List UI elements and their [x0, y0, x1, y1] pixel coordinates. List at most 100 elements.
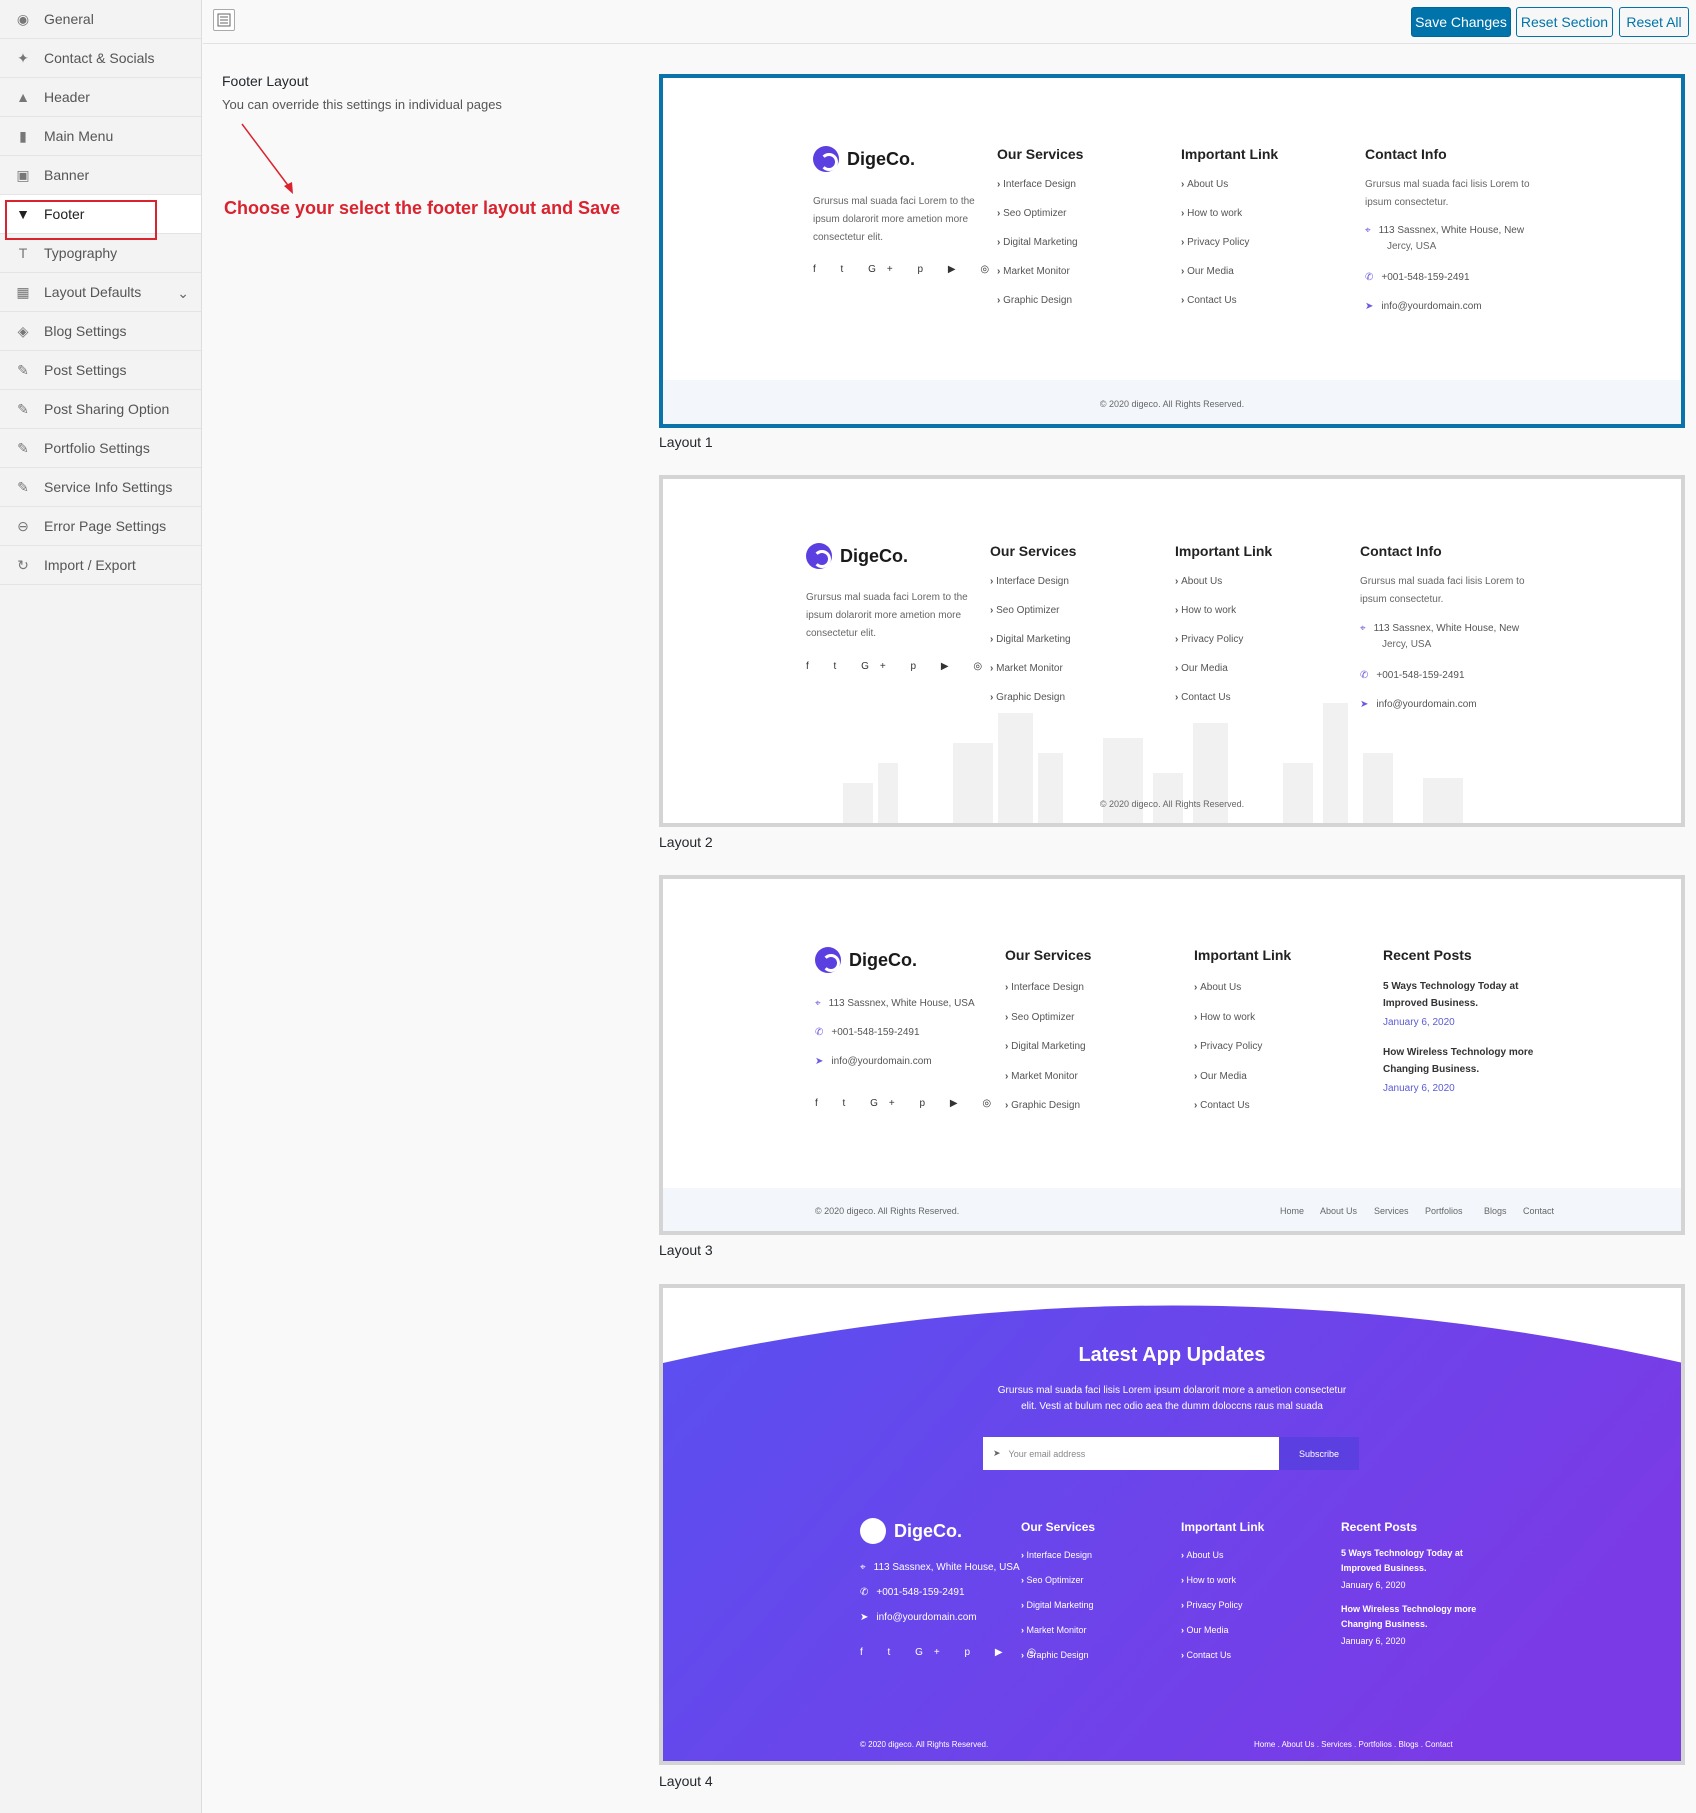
sidebar-item-contact-socials[interactable]: ✦ Contact & Socials	[0, 39, 201, 78]
recent-post-title: 5 Ways Technology Today at	[1383, 981, 1519, 992]
services-link: Interface Design	[1005, 982, 1084, 993]
chevron-down-icon[interactable]: ⌄	[177, 285, 189, 302]
edit-icon: ✎	[17, 439, 29, 456]
minus-circle-icon: ⊖	[17, 517, 29, 534]
services-heading: Our Services	[1005, 947, 1092, 963]
services-link: Market Monitor	[1005, 1071, 1078, 1082]
contact-email: ➤ info@yourdomain.com	[815, 1056, 932, 1067]
location-icon: ⌖	[1365, 225, 1371, 236]
recent-post-date: January 6, 2020	[1383, 1083, 1455, 1094]
contact-intro: Grursus mal suada faci lisis Lorem to	[1360, 576, 1525, 587]
layout-1-option[interactable]: DigeCo. Grursus mal suada faci Lorem to …	[659, 74, 1685, 428]
send-icon: ➤	[1360, 699, 1369, 710]
logo-mark-icon	[806, 543, 832, 569]
layout-4-option[interactable]: Latest App Updates Grursus mal suada fac…	[659, 1284, 1685, 1765]
important-link: About Us	[1175, 576, 1222, 587]
recent-post-title: Improved Business.	[1383, 998, 1479, 1009]
about-text: consectetur elit.	[806, 628, 877, 639]
contact-phone: ✆ +001-548-159-2491	[1365, 272, 1470, 283]
sidebar-item-footer[interactable]: ▼ Footer	[0, 195, 201, 240]
services-link: Graphic Design	[997, 295, 1072, 306]
recent-post-date: January 6, 2020	[1341, 1580, 1406, 1590]
sidebar-item-general[interactable]: ◉ General	[0, 0, 201, 39]
services-link: Interface Design	[1021, 1550, 1093, 1560]
top-toolbar: Save Changes Reset Section Reset All	[203, 0, 1696, 44]
services-link: Interface Design	[997, 179, 1076, 190]
sidebar-item-error-page-settings[interactable]: ⊖ Error Page Settings	[0, 507, 201, 546]
services-link: Market Monitor	[990, 663, 1063, 674]
layout-3-caption: Layout 3	[659, 1242, 713, 1258]
contact-address: ⌖ 113 Sassnex, White House, New	[1365, 225, 1525, 236]
globe-icon: ◉	[16, 10, 30, 27]
annotation-arrow	[241, 123, 293, 194]
important-link: Our Media	[1194, 1071, 1247, 1082]
brand-logo: DigeCo.	[813, 146, 915, 172]
sidebar-item-typography[interactable]: T Typography	[0, 234, 201, 273]
sidebar-item-import-export[interactable]: ↻ Import / Export	[0, 546, 201, 585]
contact-email: ➤ info@yourdomain.com	[1365, 301, 1482, 312]
social-icons[interactable]: f t G+ p ▶ ◎	[860, 1647, 1047, 1658]
sidebar-item-layout-defaults[interactable]: ▦ Layout Defaults ⌄	[0, 273, 201, 312]
important-link: How to work	[1175, 605, 1236, 616]
services-link: Seo Optimizer	[1005, 1012, 1074, 1023]
important-link: About Us	[1194, 982, 1241, 993]
sidebar-item-main-menu[interactable]: ▮ Main Menu	[0, 117, 201, 156]
services-link: Graphic Design	[990, 692, 1065, 703]
services-heading: Our Services	[990, 543, 1077, 559]
triangle-icon: ▲	[16, 89, 30, 105]
sidebar-item-header[interactable]: ▲ Header	[0, 78, 201, 117]
footer-nav-link: Services	[1374, 1206, 1409, 1216]
panel-toggle-icon[interactable]	[213, 9, 235, 31]
sidebar-item-blog-settings[interactable]: ◈ Blog Settings	[0, 312, 201, 351]
social-icons[interactable]: f t G+ p ▶ ◎	[815, 1098, 1002, 1109]
contact-intro: ipsum consectetur.	[1360, 594, 1444, 605]
contact-intro: Grursus mal suada faci lisis Lorem to	[1365, 179, 1530, 190]
send-icon: ➤	[860, 1612, 869, 1623]
sidebar-item-post-sharing-option[interactable]: ✎ Post Sharing Option	[0, 390, 201, 429]
recent-post-date: January 6, 2020	[1341, 1636, 1406, 1646]
recent-post-title: How Wireless Technology more	[1383, 1047, 1534, 1058]
sidebar-item-service-info-settings[interactable]: ✎ Service Info Settings	[0, 468, 201, 507]
layout-4-caption: Layout 4	[659, 1773, 713, 1789]
sidebar-item-banner[interactable]: ▣ Banner	[0, 156, 201, 195]
services-link: Interface Design	[990, 576, 1069, 587]
about-text: ipsum dolarorit more ametion more	[813, 214, 969, 225]
filter-icon: ▼	[16, 206, 30, 222]
edit-icon: ✎	[17, 361, 29, 378]
important-link: Privacy Policy	[1194, 1041, 1262, 1052]
important-link: Our Media	[1181, 266, 1234, 277]
social-icons[interactable]: f t G+ p ▶ ◎	[806, 661, 993, 672]
sidebar-item-post-settings[interactable]: ✎ Post Settings	[0, 351, 201, 390]
contact-address: ⌖ 113 Sassnex, White House, New	[1360, 623, 1520, 634]
book-icon: ▮	[19, 127, 27, 144]
phone-icon: ✆	[860, 1587, 869, 1598]
copyright-text: © 2020 digeco. All Rights Reserved.	[1099, 799, 1245, 809]
services-link: Digital Marketing	[1021, 1600, 1094, 1610]
layout-2-option[interactable]: DigeCo. Grursus mal suada faci Lorem to …	[659, 475, 1685, 827]
sidebar-item-portfolio-settings[interactable]: ✎ Portfolio Settings	[0, 429, 201, 468]
save-changes-button[interactable]: Save Changes	[1411, 7, 1511, 37]
layout-3-option[interactable]: DigeCo. ⌖ 113 Sassnex, White House, USA ✆…	[659, 875, 1685, 1235]
reset-all-button[interactable]: Reset All	[1619, 7, 1689, 37]
social-icons[interactable]: f t G+ p ▶ ◎	[813, 264, 1000, 275]
contact-heading: Contact Info	[1365, 146, 1447, 162]
grid-icon: ▦	[16, 283, 30, 300]
twitter-icon: ✦	[17, 49, 29, 66]
contact-address: ⌖ 113 Sassnex, White House, USA	[860, 1562, 1020, 1573]
about-text: Grursus mal suada faci Lorem to the	[806, 592, 968, 603]
important-link: Our Media	[1175, 663, 1228, 674]
layout-1-caption: Layout 1	[659, 434, 713, 450]
send-icon: ➤	[993, 1448, 1001, 1458]
reset-section-button[interactable]: Reset Section	[1516, 7, 1613, 37]
email-field[interactable]: ➤ Your email address	[983, 1437, 1279, 1470]
tags-icon: ◈	[17, 322, 29, 339]
contact-address: Jercy, USA	[1382, 639, 1432, 650]
links-heading: Important Link	[1181, 146, 1279, 162]
subscribe-button[interactable]: Subscribe	[1279, 1437, 1359, 1470]
contact-email: ➤ info@yourdomain.com	[1360, 699, 1477, 710]
services-link: Digital Marketing	[997, 237, 1077, 248]
logo-mark-icon	[813, 146, 839, 172]
links-heading: Important Link	[1181, 1520, 1265, 1534]
logo-mark-icon	[815, 947, 841, 973]
important-link: About Us	[1181, 1550, 1224, 1560]
